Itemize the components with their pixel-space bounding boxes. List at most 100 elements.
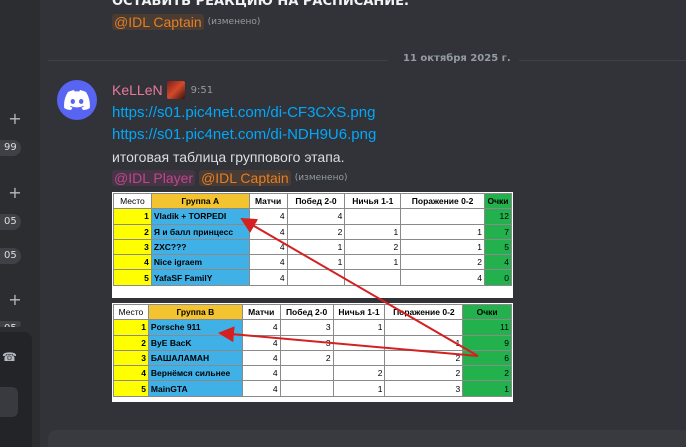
stat-cell: 4	[286, 208, 346, 225]
stat-cell: 2	[384, 349, 464, 367]
stat-cell: 2	[286, 223, 346, 240]
place-cell: 2	[113, 223, 152, 240]
team-name-cell: Я и балл принцесс	[150, 223, 250, 240]
mention-captain[interactable]: @IDL Captain	[199, 170, 291, 186]
team-name-cell: ZXC???	[150, 238, 250, 256]
table-row: 1 Porsche 911 4 3 1 11	[113, 319, 512, 336]
panel-button[interactable]	[0, 387, 18, 417]
table-row: 2 ByE BacK 4 3 1 9	[113, 334, 512, 351]
place-cell: 1	[113, 208, 152, 225]
add-icon[interactable]: +	[8, 292, 22, 308]
role-icon	[166, 81, 185, 99]
points-cell: 9	[462, 334, 512, 351]
place-cell: 2	[113, 334, 149, 351]
header-cell: Побед 2-0	[286, 192, 346, 210]
stat-cell: 2	[344, 238, 402, 256]
stat-cell: 1	[332, 380, 386, 397]
message-header: KeLLeN 9:51	[112, 81, 213, 99]
unread-badge[interactable]: 05	[0, 248, 21, 264]
stat-cell: 4	[248, 223, 288, 240]
stat-cell: 4	[400, 269, 485, 286]
author-name[interactable]: KeLLeN	[112, 82, 163, 98]
timestamp: 9:51	[190, 84, 214, 96]
group-a-image[interactable]: Место Группа A Матчи Побед 2-0 Ничья 1-1…	[112, 192, 513, 298]
stat-cell: 4	[248, 208, 288, 225]
place-cell: 4	[113, 365, 149, 382]
team-name-cell: БАШАЛАМАН	[147, 349, 243, 367]
phone-icon[interactable]: ☎	[2, 350, 17, 364]
edited-label: (изменено)	[207, 17, 261, 27]
stat-cell: 4	[248, 269, 288, 286]
image-link[interactable]: https://s01.pic4net.com/di-CF3CXS.png	[112, 104, 375, 121]
stat-cell	[332, 349, 386, 367]
header-cell: Ничья 1-1	[344, 192, 402, 210]
stat-cell	[286, 269, 346, 286]
team-name-cell: YafaSF FamilY	[150, 269, 250, 286]
stat-cell	[344, 208, 402, 225]
add-icon[interactable]: +	[8, 111, 22, 127]
stat-cell	[400, 208, 485, 225]
stat-cell: 4	[248, 254, 288, 271]
stat-cell: 4	[241, 319, 281, 336]
table-row: 2Я и балл принцесс 4 2 1 1 7	[113, 223, 513, 240]
table-row: 1 Vladik + TORPEDI 4 4 12	[113, 208, 513, 225]
stat-cell	[384, 319, 464, 336]
stat-cell: 4	[241, 349, 281, 367]
table-row: 5 MainGTA 4 1 3 1	[113, 380, 512, 397]
stat-cell: 1	[400, 223, 485, 240]
stat-cell	[279, 380, 334, 397]
stat-cell: 1	[344, 223, 402, 240]
discord-logo-icon	[64, 90, 90, 110]
stat-cell: 2	[279, 349, 334, 367]
stat-cell: 1	[286, 254, 346, 271]
header-cell: Матчи	[248, 192, 288, 210]
table-row: 5 YafaSF FamilY 4 4 0	[113, 269, 513, 286]
team-name-cell: Вернёмся сильнее	[147, 365, 243, 382]
place-cell: 3	[113, 238, 152, 256]
stat-cell	[332, 334, 386, 351]
place-cell: 1	[113, 319, 149, 336]
stat-cell: 1	[344, 254, 402, 271]
header-cell: Группа B	[147, 303, 243, 321]
group-b-image[interactable]: Место Группа B Матчи Побед 2-0 Ничья 1-1…	[112, 303, 513, 402]
stat-cell: 1	[400, 238, 485, 256]
header-cell: Побед 2-0	[279, 303, 334, 321]
date-divider-line	[505, 60, 686, 61]
stat-cell: 4	[241, 380, 281, 397]
stat-cell	[344, 269, 402, 286]
image-link[interactable]: https://s01.pic4net.com/di-NDH9U6.png	[112, 126, 376, 143]
points-cell: 11	[462, 319, 512, 336]
group-b-table: Место Группа B Матчи Побед 2-0 Ничья 1-1…	[113, 303, 512, 397]
team-name-cell: MainGTA	[147, 380, 243, 397]
mention-player[interactable]: @IDL Player	[112, 170, 196, 186]
stat-cell: 3	[279, 334, 334, 351]
unread-badge[interactable]: 05	[0, 321, 21, 327]
edited-label: (изменено)	[294, 173, 348, 183]
unread-badge[interactable]: 05	[0, 214, 21, 230]
stat-cell: 4	[241, 334, 281, 351]
table-row: 4 Nice igraem 4 1 1 2 4	[113, 254, 513, 271]
header-cell: Ничья 1-1	[332, 303, 386, 321]
avatar[interactable]	[57, 80, 97, 120]
header-cell: Место	[113, 192, 152, 210]
message-input[interactable]	[48, 430, 686, 447]
header-cell: Матчи	[241, 303, 281, 321]
stat-cell	[279, 365, 334, 382]
points-cell: 12	[483, 208, 513, 225]
voice-panel: ☎	[0, 332, 32, 447]
add-icon[interactable]: +	[8, 185, 22, 201]
table-row: 3 ZXC??? 4 1 2 1 5	[113, 238, 513, 256]
stat-cell: 4	[241, 365, 281, 382]
stat-cell: 1	[286, 238, 346, 256]
stat-cell: 1	[332, 319, 386, 336]
stat-cell: 3	[384, 380, 464, 397]
points-cell: 2	[462, 365, 512, 382]
date-divider: 11 октября 2025 г.	[395, 53, 519, 64]
date-divider-line	[48, 60, 388, 61]
previous-message-mentions: @IDL Captain (изменено)	[112, 14, 260, 30]
unread-badge[interactable]: 99	[0, 140, 21, 156]
mention-captain[interactable]: @IDL Captain	[112, 14, 204, 30]
header-cell: Очки	[462, 303, 512, 321]
group-a-table: Место Группа A Матчи Побед 2-0 Ничья 1-1…	[113, 192, 513, 286]
table-header-row: Место Группа A Матчи Побед 2-0 Ничья 1-1…	[113, 192, 513, 210]
